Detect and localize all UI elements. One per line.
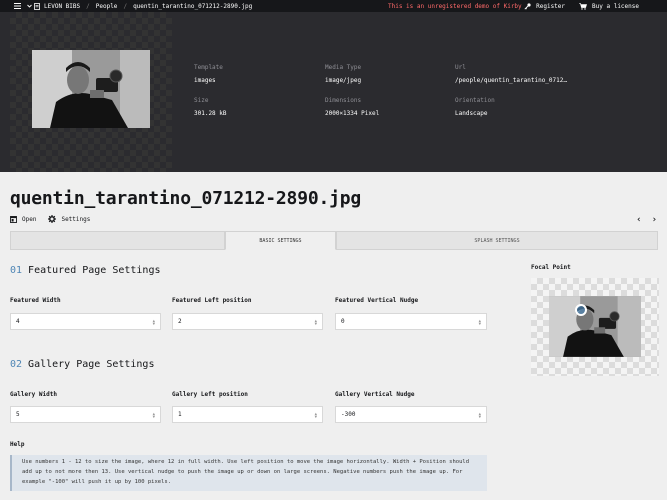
menu-button[interactable] — [0, 3, 34, 9]
stepper-icon[interactable]: ▲ ▼ — [479, 319, 481, 326]
featured-width-label: Featured Width — [10, 297, 61, 304]
tab-splash-settings[interactable]: SPLASH SETTINGS — [336, 231, 658, 250]
buy-license-label: Buy a license — [592, 2, 639, 10]
breadcrumb: LEVON BIBS / People / quentin_tarantino_… — [34, 3, 252, 10]
photo-image — [32, 50, 150, 128]
focal-point-area[interactable] — [531, 278, 659, 376]
gallery-nudge-input[interactable]: -300 ▲ ▼ — [335, 406, 487, 423]
register-label: Register — [536, 2, 566, 10]
register-button[interactable]: Register — [524, 3, 565, 10]
gallery-width-label: Gallery Width — [10, 391, 57, 398]
featured-left-input[interactable]: 2 ▲ ▼ — [172, 313, 323, 330]
featured-nudge-label: Featured Vertical Nudge — [335, 297, 419, 304]
focal-point-label: Focal Point — [531, 264, 571, 271]
meta-template-value: images — [194, 77, 216, 84]
meta-orientation: Orientation Landscape — [455, 97, 495, 117]
featured-section-title: 01 Featured Page Settings — [10, 265, 161, 276]
meta-dimensions-label: Dimensions — [325, 97, 362, 104]
stepper-icon[interactable]: ▲ ▼ — [315, 412, 317, 419]
stepper-icon[interactable]: ▲ ▼ — [153, 412, 155, 419]
gallery-nudge-value: -300 — [341, 411, 356, 418]
featured-section-label: Featured Page Settings — [28, 265, 161, 276]
breadcrumb-separator: / — [86, 2, 90, 10]
meta-orientation-value: Landscape — [455, 110, 488, 117]
meta-mediatype-value: image/jpeg — [325, 77, 362, 84]
buy-license-button[interactable]: Buy a license — [579, 3, 639, 10]
featured-width-input[interactable]: 4 ▲ ▼ — [10, 313, 161, 330]
gear-icon — [48, 215, 57, 223]
meta-url: Url /people/quentin_tarantino_0712… — [455, 64, 567, 84]
gallery-left-label: Gallery Left position — [172, 391, 248, 398]
meta-template-label: Template — [194, 64, 223, 71]
stepper-icon[interactable]: ▲ ▼ — [479, 412, 481, 419]
next-arrow-icon[interactable]: › — [652, 215, 657, 225]
topbar: LEVON BIBS / People / quentin_tarantino_… — [0, 0, 667, 12]
featured-nudge-input[interactable]: 0 ▲ ▼ — [335, 313, 487, 330]
gallery-nudge-label: Gallery Vertical Nudge — [335, 391, 415, 398]
gallery-width-value: 5 — [16, 411, 20, 418]
breadcrumb-separator: / — [123, 2, 128, 10]
file-thumbnail[interactable] — [32, 50, 150, 128]
breadcrumb-file[interactable]: quentin_tarantino_071212-2890.jpg — [133, 3, 252, 10]
meta-size-value: 301.28 kB — [194, 110, 227, 117]
tab-bar: BASIC SETTINGS SPLASH SETTINGS — [10, 231, 658, 250]
meta-size: Size 301.28 kB — [194, 97, 227, 117]
open-label: Open — [22, 215, 37, 223]
gallery-section-label: Gallery Page Settings — [28, 359, 155, 370]
breadcrumb-site-label: LEVON BIBS — [44, 2, 81, 10]
demo-notice: This is an unregistered demo of Kirby — [388, 2, 522, 10]
meta-template: Template images — [194, 64, 223, 84]
chevron-down-icon — [27, 4, 32, 8]
featured-width-value: 4 — [16, 318, 20, 325]
stepper-icon[interactable]: ▲ ▼ — [315, 319, 317, 326]
breadcrumb-people[interactable]: People — [96, 3, 118, 10]
meta-mediatype: Media Type image/jpeg — [325, 64, 361, 84]
key-icon — [524, 2, 531, 10]
cart-icon — [579, 2, 588, 10]
open-icon — [10, 215, 17, 223]
featured-left-value: 2 — [178, 318, 182, 325]
meta-dimensions: Dimensions 2000×1334 Pixel — [325, 97, 379, 117]
tab-basic-settings[interactable]: BASIC SETTINGS — [225, 231, 336, 250]
photo-image — [549, 296, 641, 357]
focal-point-marker[interactable] — [575, 304, 587, 316]
meta-size-label: Size — [194, 97, 209, 104]
previous-arrow-icon[interactable]: ‹ — [636, 215, 641, 225]
gallery-left-value: 1 — [178, 411, 182, 418]
featured-left-label: Featured Left position — [172, 297, 252, 304]
meta-url-label: Url — [455, 64, 466, 71]
stepper-icon[interactable]: ▲ ▼ — [153, 319, 155, 326]
open-button[interactable]: Open — [10, 215, 36, 223]
tab-default[interactable] — [10, 231, 225, 250]
gallery-section-title: 02 Gallery Page Settings — [10, 359, 154, 370]
gallery-width-input[interactable]: 5 ▲ ▼ — [10, 406, 161, 423]
site-icon — [34, 2, 40, 10]
gallery-left-input[interactable]: 1 ▲ ▼ — [172, 406, 323, 423]
focal-point-image[interactable] — [549, 296, 641, 357]
meta-url-value[interactable]: /people/quentin_tarantino_0712… — [455, 77, 567, 84]
page-title: quentin_tarantino_071212-2890.jpg — [10, 188, 362, 209]
settings-button[interactable]: Settings — [48, 215, 90, 223]
breadcrumb-site[interactable]: LEVON BIBS — [34, 3, 80, 10]
help-box: Use numbers 1 - 12 to size the image, wh… — [10, 455, 487, 491]
thumbnail-area — [10, 12, 172, 172]
meta-dimensions-value: 2000×1334 Pixel — [325, 110, 380, 117]
gallery-section-number: 02 — [10, 359, 23, 370]
help-label: Help — [10, 441, 25, 448]
hamburger-icon — [14, 3, 21, 9]
file-header: Template images Media Type image/jpeg Ur… — [0, 12, 667, 172]
meta-orientation-label: Orientation — [455, 97, 495, 104]
featured-nudge-value: 0 — [341, 318, 345, 325]
settings-label: Settings — [61, 215, 91, 223]
featured-section-number: 01 — [10, 265, 23, 276]
meta-mediatype-label: Media Type — [325, 64, 362, 71]
